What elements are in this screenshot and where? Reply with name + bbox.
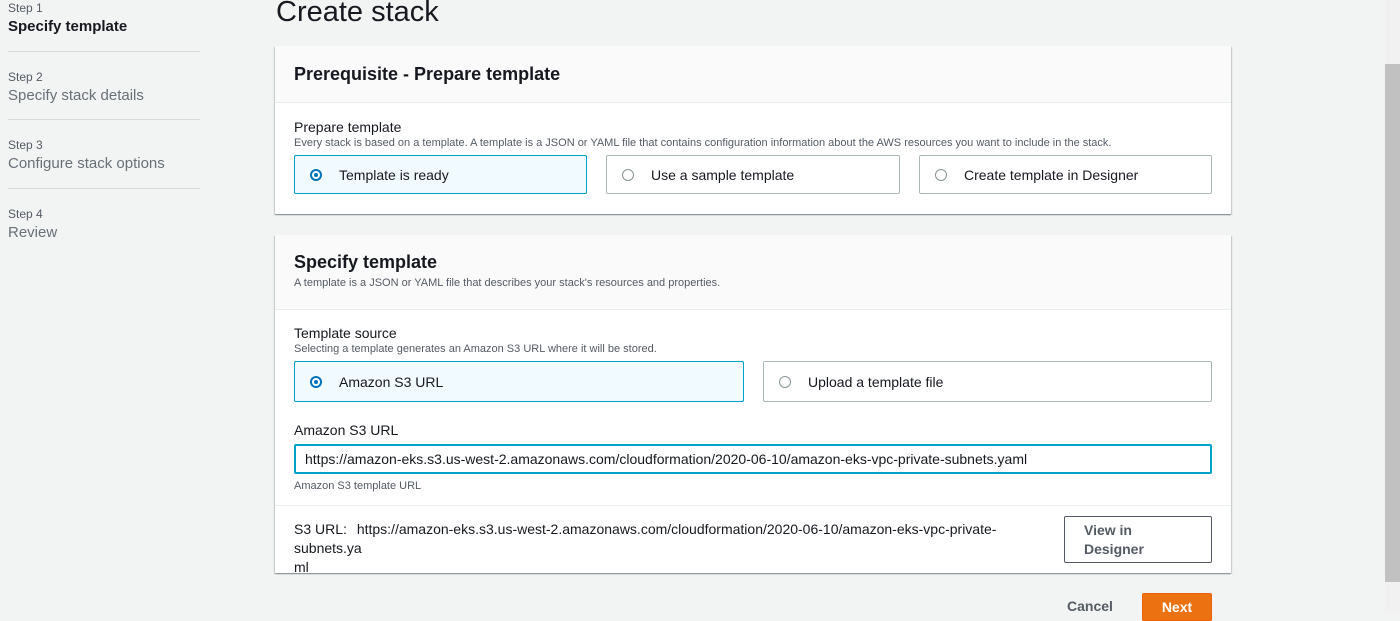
s3-url-hint: Amazon S3 template URL bbox=[294, 480, 422, 492]
step-number: Step 3 bbox=[8, 138, 43, 152]
step-number: Step 2 bbox=[8, 70, 43, 84]
prerequisite-panel: Prerequisite - Prepare template Prepare … bbox=[275, 46, 1231, 214]
cancel-button[interactable]: Cancel bbox=[1058, 596, 1122, 616]
step-number: Step 4 bbox=[8, 207, 43, 221]
radio-selected-icon bbox=[310, 375, 322, 388]
step-number: Step 1 bbox=[8, 1, 43, 15]
sample-template-option[interactable]: Use a sample template bbox=[606, 155, 900, 194]
field-label: Prepare template bbox=[294, 119, 402, 135]
divider bbox=[275, 505, 1231, 506]
s3-url-readout-label: S3 URL: bbox=[294, 521, 347, 537]
option-label: Create template in Designer bbox=[964, 166, 1139, 183]
scrollbar-thumb[interactable] bbox=[1385, 64, 1400, 582]
designer-template-option[interactable]: Create template in Designer bbox=[919, 155, 1212, 194]
step-title: Configure stack options bbox=[8, 155, 165, 172]
panel-title: Prerequisite - Prepare template bbox=[294, 64, 561, 84]
panel-header: Prerequisite - Prepare template bbox=[275, 46, 1231, 103]
step-4[interactable]: Step 4 Review bbox=[8, 189, 200, 249]
field-label: Template source bbox=[294, 325, 397, 341]
option-label: Amazon S3 URL bbox=[339, 373, 444, 390]
template-source-field: Template source Selecting a template gen… bbox=[294, 325, 1214, 356]
next-button[interactable]: Next bbox=[1142, 593, 1212, 621]
panel-description: A template is a JSON or YAML file that d… bbox=[294, 277, 721, 289]
wizard-steps: Step 1 Specify template Step 2 Specify s… bbox=[8, 0, 200, 249]
step-title: Review bbox=[8, 224, 58, 241]
field-description: Every stack is based on a template. A te… bbox=[294, 137, 1112, 149]
radio-icon bbox=[935, 168, 947, 181]
template-ready-option[interactable]: Template is ready bbox=[294, 155, 587, 194]
step-2[interactable]: Step 2 Specify stack details bbox=[8, 52, 200, 120]
field-description: Selecting a template generates an Amazon… bbox=[294, 343, 657, 355]
s3-url-option[interactable]: Amazon S3 URL bbox=[294, 361, 744, 402]
specify-template-panel: Specify template A template is a JSON or… bbox=[275, 235, 1231, 575]
page-title: Create stack bbox=[276, 0, 439, 28]
button-label-line: View in bbox=[1084, 522, 1132, 538]
upload-file-option[interactable]: Upload a template file bbox=[763, 361, 1212, 402]
step-3[interactable]: Step 3 Configure stack options bbox=[8, 120, 200, 189]
radio-icon bbox=[779, 375, 791, 388]
step-title: Specify template bbox=[8, 18, 128, 35]
s3-url-readout-value: https://amazon-eks.s3.us-west-2.amazonaw… bbox=[294, 521, 997, 556]
step-1[interactable]: Step 1 Specify template bbox=[8, 0, 200, 52]
radio-icon bbox=[622, 168, 634, 181]
s3-url-label: Amazon S3 URL bbox=[294, 422, 399, 438]
s3-url-readout-value-wrap: ml bbox=[294, 559, 309, 575]
radio-selected-icon bbox=[310, 168, 322, 181]
prepare-template-field: Prepare template Every stack is based on… bbox=[294, 119, 1214, 150]
s3-url-readout: S3 URL: https://amazon-eks.s3.us-west-2.… bbox=[294, 520, 1056, 577]
scrollbar-track[interactable] bbox=[1385, 0, 1400, 613]
option-label: Template is ready bbox=[339, 166, 449, 183]
s3-url-input[interactable] bbox=[294, 444, 1212, 474]
option-label: Use a sample template bbox=[651, 166, 795, 183]
view-in-designer-button[interactable]: View in Designer bbox=[1064, 516, 1212, 563]
panel-header: Specify template A template is a JSON or… bbox=[275, 235, 1231, 310]
button-label-line: Designer bbox=[1084, 541, 1144, 557]
panel-title: Specify template bbox=[294, 252, 438, 272]
step-title: Specify stack details bbox=[8, 87, 144, 104]
option-label: Upload a template file bbox=[808, 373, 944, 390]
